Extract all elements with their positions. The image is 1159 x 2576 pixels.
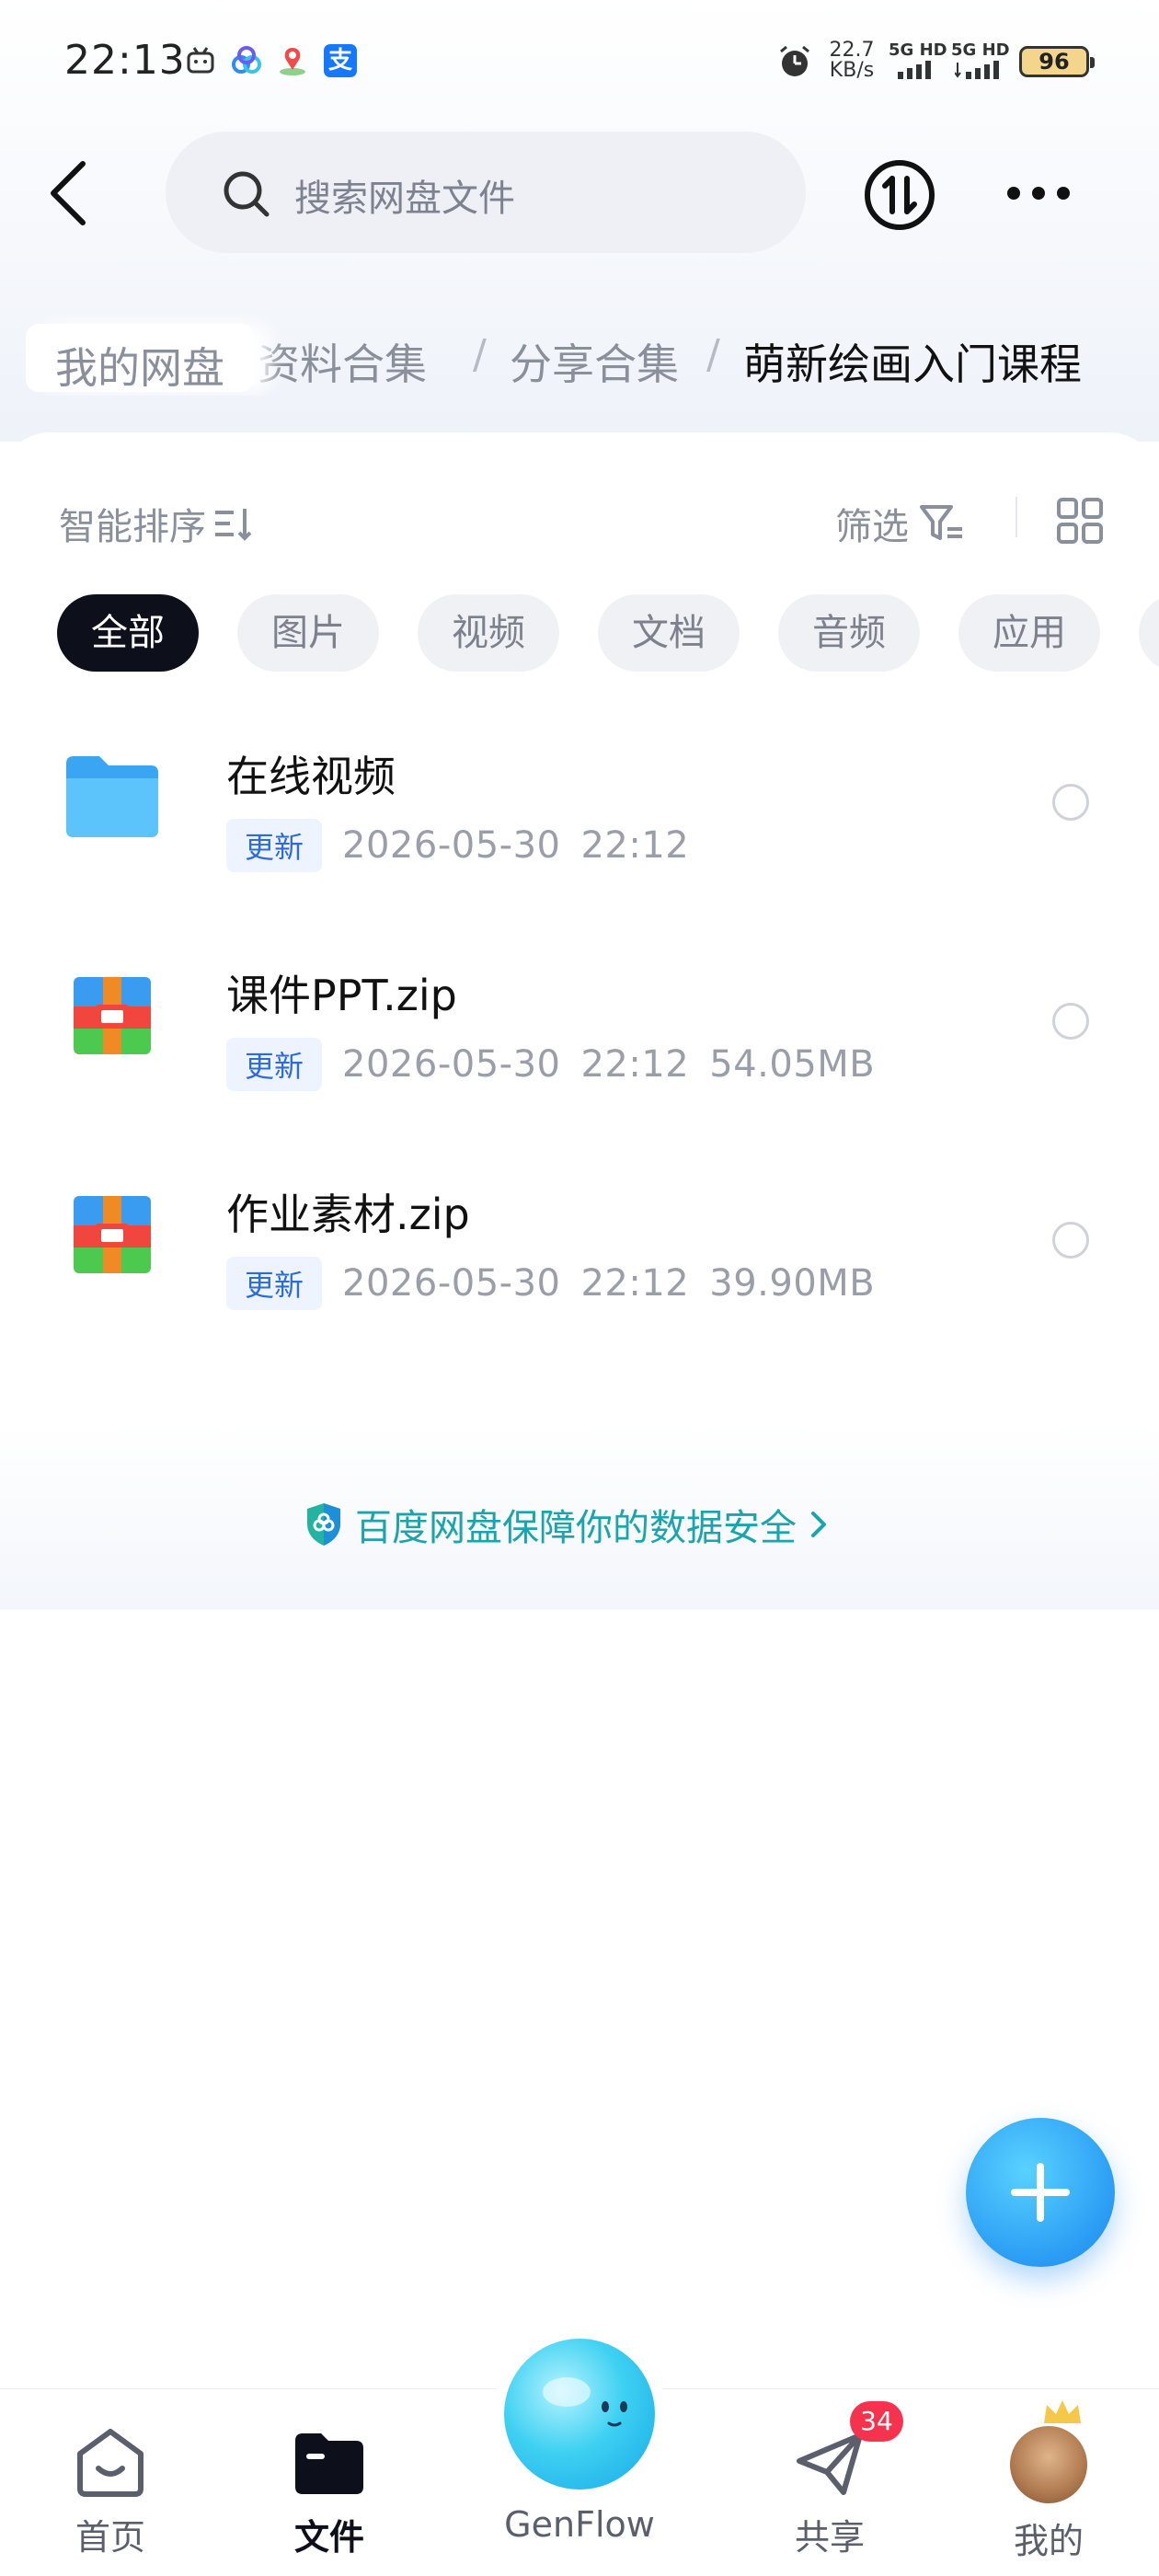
file-size: 39.90MB — [709, 1262, 876, 1305]
back-icon[interactable] — [42, 156, 98, 230]
chip-all[interactable]: 全部 — [57, 594, 199, 672]
category-chips: 全部 图片 视频 文档 音频 应用 — [57, 594, 1159, 673]
file-name: 课件PPT.zip — [226, 971, 457, 1020]
status-time: 22:13 — [64, 37, 186, 84]
chip-audio[interactable]: 音频 — [778, 594, 920, 672]
toolbar-divider — [1016, 497, 1017, 537]
update-badge: 更新 — [226, 1257, 323, 1310]
signal-sim1: 5G HD — [889, 40, 947, 81]
chip-apps[interactable]: 应用 — [958, 594, 1100, 672]
select-checkbox[interactable] — [1052, 784, 1089, 821]
nav-label: 我的 — [1013, 2521, 1084, 2561]
nav-label: 文件 — [293, 2517, 364, 2558]
file-meta: 更新 2026-05-30 22:12 — [226, 819, 689, 872]
security-text: 百度网盘保障你的数据安全 — [355, 1507, 797, 1549]
update-badge: 更新 — [226, 1038, 323, 1091]
breadcrumb: 资料合集 / 分享合集 / 萌新绘画入门课程 我的网盘 — [0, 313, 1159, 396]
bilibili-icon — [187, 47, 214, 74]
sort-button[interactable]: 智能排序 — [59, 497, 256, 550]
folder-icon — [295, 2433, 363, 2494]
nav-share[interactable]: 共享 — [756, 2426, 903, 2559]
signal-sim2: 5G HD — [951, 40, 1010, 81]
shield-icon — [307, 1503, 340, 1546]
add-button[interactable] — [966, 2118, 1115, 2267]
genflow-icon[interactable] — [504, 2339, 655, 2490]
filter-label: 筛选 — [835, 506, 909, 548]
signal-bars-icon — [898, 61, 931, 79]
breadcrumb-separator: / — [706, 331, 720, 378]
filter-button[interactable]: 筛选 — [835, 497, 966, 550]
nav-me[interactable]: 我的 — [975, 2426, 1122, 2563]
file-time: 22:12 — [580, 824, 690, 867]
file-time: 22:12 — [580, 1262, 690, 1305]
search-placeholder: 搜索网盘文件 — [294, 178, 515, 220]
breadcrumb-home[interactable]: 我的网盘 — [26, 324, 254, 393]
chevron-right-icon — [811, 1512, 826, 1537]
file-name: 作业素材.zip — [226, 1190, 470, 1239]
chip-images[interactable]: 图片 — [237, 594, 379, 672]
security-link[interactable]: 百度网盘保障你的数据安全 — [304, 1498, 832, 1551]
file-meta: 更新 2026-05-30 22:12 39.90MB — [226, 1257, 875, 1310]
nav-genflow-label[interactable]: GenFlow — [488, 2504, 671, 2545]
baidu-cloud-icon — [232, 46, 261, 74]
select-checkbox[interactable] — [1052, 1222, 1089, 1259]
file-time: 22:12 — [580, 1043, 690, 1086]
file-row[interactable]: 作业素材.zip 更新 2026-05-30 22:12 39.90MB — [0, 1156, 1159, 1340]
search-icon — [224, 171, 270, 217]
breadcrumb-item[interactable]: 分享合集 — [510, 331, 679, 392]
net-speed: 22.7 KB/s — [829, 39, 875, 82]
nav-label: 首页 — [75, 2517, 145, 2558]
home-icon — [77, 2429, 143, 2497]
avatar — [1010, 2426, 1087, 2503]
more-icon[interactable] — [1003, 175, 1074, 212]
nav-home[interactable]: 首页 — [37, 2426, 184, 2559]
status-bar: 22:13 支 22.7 KB/s 5G HD 5G HD 96 — [0, 0, 1159, 120]
breadcrumb-item[interactable]: 资料合集 — [258, 331, 427, 392]
chip-documents[interactable]: 文档 — [598, 594, 740, 672]
security-banner: 百度网盘保障你的数据安全 — [0, 1426, 1159, 1610]
sort-label: 智能排序 — [59, 506, 206, 548]
select-checkbox[interactable] — [1052, 1003, 1089, 1040]
filter-icon — [920, 505, 962, 540]
battery-indicator: 96 — [1019, 46, 1095, 77]
chip-videos[interactable]: 视频 — [418, 594, 559, 672]
file-row[interactable]: 在线视频 更新 2026-05-30 22:12 — [0, 718, 1159, 902]
share-icon — [797, 2432, 863, 2495]
search-input[interactable]: 搜索网盘文件 — [166, 132, 806, 253]
zip-file-icon — [74, 1196, 151, 1273]
notification-badge: 34 — [850, 2401, 903, 2442]
file-meta: 更新 2026-05-30 22:12 54.05MB — [226, 1038, 875, 1091]
grid-view-icon[interactable] — [1056, 497, 1104, 545]
file-date: 2026-05-30 — [342, 824, 561, 867]
nav-label: 共享 — [794, 2517, 865, 2558]
sort-icon — [215, 509, 252, 541]
plus-icon — [1011, 2163, 1070, 2222]
transfer-icon[interactable] — [863, 158, 936, 232]
crown-icon — [1044, 2400, 1081, 2423]
file-date: 2026-05-30 — [342, 1043, 561, 1086]
file-name: 在线视频 — [226, 752, 396, 801]
chip-more[interactable] — [1139, 594, 1159, 672]
map-icon — [280, 48, 305, 75]
nav-files[interactable]: 文件 — [256, 2426, 403, 2559]
update-badge: 更新 — [226, 819, 323, 872]
zip-file-icon — [74, 977, 151, 1054]
file-row[interactable]: 课件PPT.zip 更新 2026-05-30 22:12 54.05MB — [0, 937, 1159, 1121]
breadcrumb-current: 萌新绘画入门课程 — [743, 339, 1082, 389]
alipay-icon: 支 — [324, 44, 357, 77]
signal-bars-icon — [955, 61, 999, 79]
folder-icon — [66, 756, 158, 837]
genflow-face-icon — [543, 2377, 627, 2427]
file-size: 54.05MB — [709, 1043, 876, 1086]
file-date: 2026-05-30 — [342, 1262, 561, 1305]
breadcrumb-separator: / — [473, 331, 487, 378]
alarm-icon — [780, 45, 809, 76]
